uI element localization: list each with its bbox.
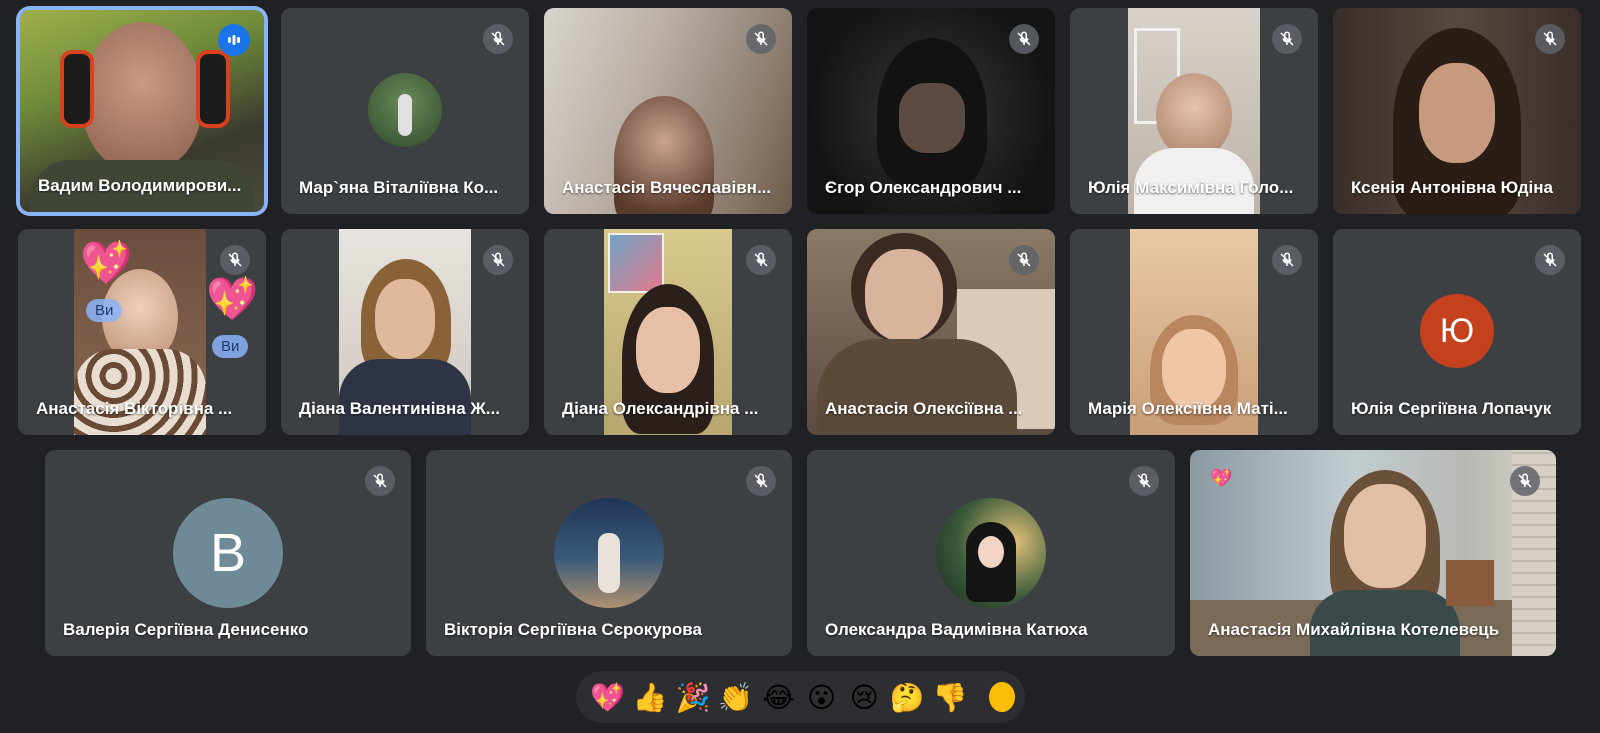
participant-tile[interactable]: Анастасія Олексіївна ... — [807, 229, 1055, 435]
mic-off-icon — [1535, 24, 1565, 54]
participant-name: Ксенія Антонівна Юдіна — [1351, 178, 1553, 197]
clapping-hands-icon[interactable]: 👏 — [714, 672, 757, 722]
participant-name: Юлія Максимівна Голо... — [1088, 178, 1294, 197]
mic-off-icon — [1009, 24, 1039, 54]
mic-off-icon — [1510, 466, 1540, 496]
reaction-sender-badge: Ви — [212, 335, 249, 358]
participant-tile[interactable]: Єгор Олександрович ... — [807, 8, 1055, 214]
mic-off-icon — [365, 466, 395, 496]
mic-off-icon — [1535, 245, 1565, 275]
participant-name: Діана Валентинівна Ж... — [299, 399, 500, 418]
participant-tile[interactable]: Олександра Вадимівна Катюха — [807, 450, 1175, 656]
surprised-face-icon[interactable]: 😮 — [800, 672, 843, 722]
mic-off-icon — [1009, 245, 1039, 275]
participant-name: Анастасія Вікторівна ... — [36, 399, 233, 418]
heart-reaction-icon: 💖 — [80, 239, 133, 286]
participant-name: Анастасія Вячеславівн... — [562, 178, 772, 197]
participant-name: Валерія Сергіївна Денисенко — [63, 620, 309, 639]
avatar-initial: В — [209, 523, 247, 583]
thinking-face-icon[interactable]: 🤔 — [886, 672, 929, 722]
mic-off-icon — [483, 245, 513, 275]
participant-name: Юлія Сергіївна Лопачук — [1351, 399, 1552, 418]
mic-off-icon — [746, 466, 776, 496]
participant-avatar — [368, 73, 442, 147]
thumbs-up-icon[interactable]: 👍 — [629, 672, 672, 722]
skin-tone-picker[interactable] — [989, 682, 1015, 712]
participant-tile[interactable]: Вікторія Сергіївна Сєрокурова — [426, 450, 792, 656]
party-popper-icon[interactable]: 🎉 — [672, 672, 715, 722]
sparkling-heart-icon[interactable]: 💖 — [586, 672, 629, 722]
participant-name: Марія Олексіївна Маті... — [1088, 399, 1288, 418]
tears-of-joy-icon[interactable]: 😂 — [757, 672, 800, 722]
mic-off-icon — [483, 24, 513, 54]
participant-avatar — [936, 498, 1046, 608]
mic-off-icon — [746, 245, 776, 275]
reaction-bar: 💖 👍 🎉 👏 😂 😮 😢 🤔 👎 — [576, 671, 1025, 723]
heart-reaction-icon: 💖 — [1210, 468, 1233, 488]
mic-off-icon — [220, 245, 250, 275]
mic-off-icon — [746, 24, 776, 54]
participant-tile[interactable]: Ксенія Антонівна Юдіна — [1333, 8, 1581, 214]
participant-tile[interactable]: Марія Олексіївна Маті... — [1070, 229, 1318, 435]
participant-avatar — [554, 498, 664, 608]
participant-tile[interactable]: 💖 💖 Ви Ви Анастасія Вікторівна ... — [18, 229, 266, 435]
participant-tile[interactable]: В Валерія Сергіївна Денисенко — [45, 450, 411, 656]
participant-tile[interactable]: Анастасія Вячеславівн... — [544, 8, 792, 214]
participant-avatar: В — [173, 498, 283, 608]
participant-tile[interactable]: Діана Валентинівна Ж... — [281, 229, 529, 435]
mic-off-icon — [1272, 245, 1302, 275]
participant-avatar: Ю — [1420, 294, 1494, 368]
participant-tile[interactable]: 💖 Анастасія Михайлівна Котелевець — [1190, 450, 1556, 656]
participant-name: Анастасія Олексіївна ... — [825, 399, 1023, 418]
avatar-initial: Ю — [1439, 311, 1475, 350]
heart-reaction-icon: 💖 — [206, 275, 259, 322]
participant-name: Вікторія Сергіївна Сєрокурова — [444, 620, 702, 639]
participant-name: Мар`яна Віталіївна Ко... — [299, 178, 499, 197]
participant-name: Діана Олександрівна ... — [562, 399, 759, 418]
crying-face-icon[interactable]: 😢 — [843, 672, 886, 722]
thumbs-down-icon[interactable]: 👎 — [929, 672, 972, 722]
reaction-sender-badge: Ви — [86, 299, 123, 322]
speaking-indicator-icon — [218, 24, 250, 56]
participant-name: Олександра Вадимівна Катюха — [825, 620, 1088, 639]
participant-name: Єгор Олександрович ... — [825, 178, 1022, 197]
participant-tile[interactable]: Ю Юлія Сергіївна Лопачук — [1333, 229, 1581, 435]
participant-tile[interactable]: Діана Олександрівна ... — [544, 229, 792, 435]
participant-name: Анастасія Михайлівна Котелевець — [1208, 620, 1500, 639]
mic-off-icon — [1272, 24, 1302, 54]
participant-tile[interactable]: Мар`яна Віталіївна Ко... — [281, 8, 529, 214]
participant-name: Вадим Володимирови... — [38, 176, 242, 195]
participant-tile[interactable]: Вадим Володимирови... — [20, 10, 264, 212]
mic-off-icon — [1129, 466, 1159, 496]
participant-tile[interactable]: Юлія Максимівна Голо... — [1070, 8, 1318, 214]
